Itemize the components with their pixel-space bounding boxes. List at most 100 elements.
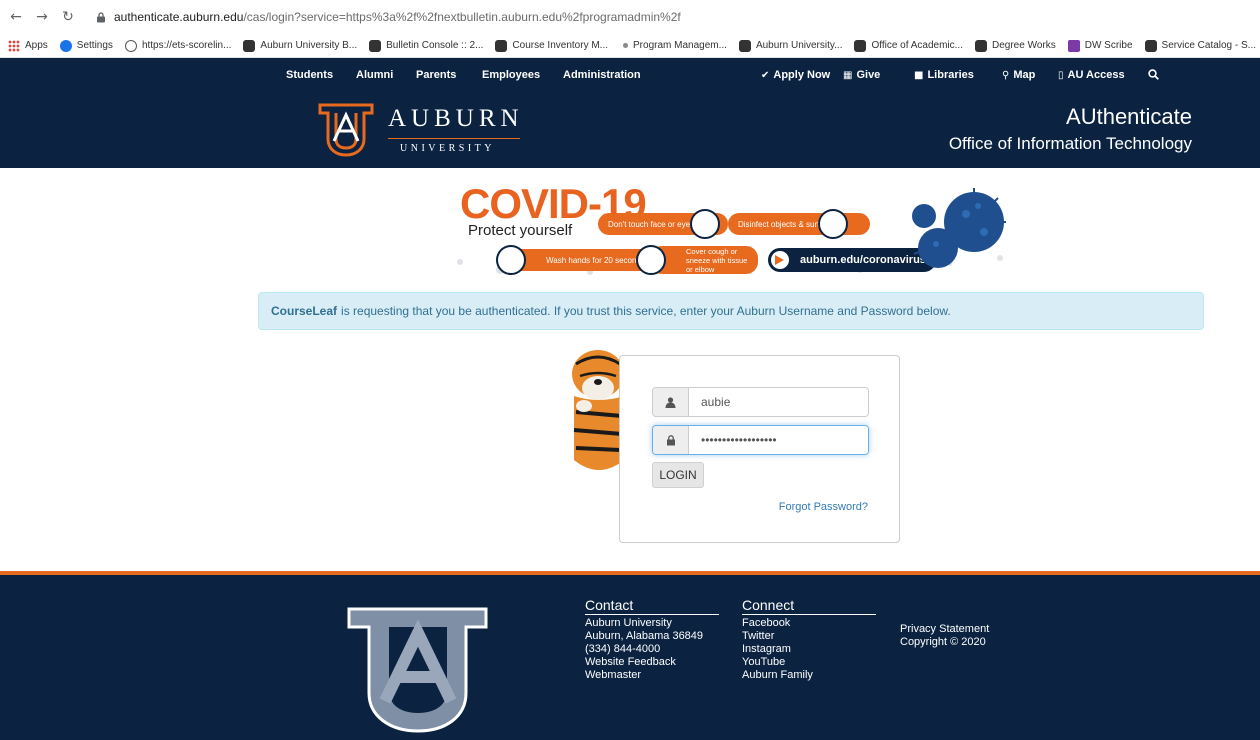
au-footer-logo-icon[interactable]: [345, 605, 490, 735]
service-name: CourseLeaf: [271, 304, 338, 318]
forgot-password-link[interactable]: Forgot Password?: [779, 501, 868, 513]
utility-nav: Students Alumni Parents Employees Admini…: [0, 58, 1260, 92]
nav-map[interactable]: ⚲ Map: [1002, 69, 1035, 81]
bookmark-item[interactable]: DW Scribe: [1067, 39, 1133, 52]
grid-icon: [8, 39, 20, 52]
check-icon: ✔: [761, 70, 770, 81]
device-icon: ▯: [1058, 70, 1064, 81]
tiger-icon: [738, 39, 751, 52]
nav-libraries[interactable]: ■ Libraries: [914, 69, 974, 81]
bookmark-label: https://ets-scorelin...: [141, 40, 232, 51]
url-field[interactable]: authenticate.auburn.edu/cas/login?servic…: [96, 10, 681, 24]
logo-subtext: UNIVERSITY: [400, 143, 495, 154]
website-feedback-link[interactable]: Website Feedback: [585, 656, 719, 669]
logo-wordmark: AUBURN: [388, 105, 524, 132]
bookmark-item[interactable]: Degree Works: [975, 39, 1056, 52]
bookmark-item[interactable]: Auburn University B...: [243, 39, 358, 52]
bookmark-item[interactable]: Course Inventory M...: [495, 39, 609, 52]
bookmark-label: Program Managem...: [633, 40, 727, 51]
bookmark-item[interactable]: https://ets-scorelin...: [124, 39, 232, 52]
bookmark-label: Auburn University B...: [260, 40, 358, 51]
bookmark-label: Settings: [76, 40, 113, 51]
tiger-icon: [975, 39, 987, 52]
username-field[interactable]: [652, 387, 869, 417]
password-field[interactable]: [652, 425, 869, 455]
tip-wash: Wash hands for 20 seconds: [510, 249, 655, 271]
username-input[interactable]: [689, 388, 868, 416]
bookmark-item[interactable]: Office of Academic...: [854, 39, 963, 52]
tip-cough-label: Cover cough or sneeze with tissue or elb…: [686, 246, 748, 274]
nav-administration[interactable]: Administration: [563, 69, 641, 81]
bookmark-label: Office of Academic...: [871, 40, 963, 51]
tiger-icon: [243, 39, 256, 52]
bookmark-item[interactable]: Apps: [8, 39, 48, 52]
site-title: AUthenticate: [1066, 104, 1192, 129]
privacy-statement-link[interactable]: Privacy Statement: [900, 623, 989, 636]
virus-illustration-icon: [912, 188, 1006, 268]
facebook-link[interactable]: Facebook: [742, 617, 876, 630]
footer-legal: Privacy Statement Copyright © 2020: [900, 623, 989, 649]
auburn-logo[interactable]: AUBURN UNIVERSITY: [316, 101, 526, 159]
logo-divider: [388, 138, 520, 139]
lock-icon: [97, 11, 105, 22]
nav-apply-now[interactable]: ✔ Apply Now: [761, 69, 830, 81]
bookmark-label: Course Inventory M...: [512, 40, 609, 51]
nav-parents[interactable]: Parents: [416, 69, 456, 81]
forward-arrow-icon[interactable]: →: [32, 9, 52, 25]
nav-students[interactable]: Students: [286, 69, 333, 81]
tiger-icon: [1144, 39, 1157, 52]
bookmark-item[interactable]: Settings: [59, 39, 113, 52]
bookmark-item[interactable]: Service Catalog - S...: [1144, 39, 1257, 52]
site-footer: Contact Auburn University Auburn, Alabam…: [0, 575, 1260, 740]
search-icon[interactable]: [1148, 69, 1159, 83]
password-input[interactable]: [689, 426, 868, 454]
webmaster-link[interactable]: Webmaster: [585, 669, 719, 682]
lock-icon: [653, 426, 689, 454]
nav-au-access-label: AU Access: [1067, 69, 1125, 81]
youtube-link[interactable]: YouTube: [742, 656, 876, 669]
reload-icon[interactable]: ↻: [58, 9, 78, 25]
gift-icon: ▦: [843, 70, 853, 81]
instagram-link[interactable]: Instagram: [742, 643, 876, 656]
map-pin-icon: ⚲: [1002, 70, 1010, 81]
nav-employees[interactable]: Employees: [482, 69, 540, 81]
arrow-right-icon: [771, 251, 789, 269]
url-host: authenticate.auburn.edu: [114, 10, 244, 24]
bookmark-item[interactable]: Program Managem...: [620, 40, 727, 51]
covid-banner[interactable]: COVID-19 Protect yourself Don't touch fa…: [440, 180, 1030, 280]
covid-subtitle: Protect yourself: [468, 222, 573, 239]
contact-line: Auburn, Alabama 36849: [585, 630, 704, 642]
copyright: Copyright © 2020: [900, 636, 986, 648]
url-path: /cas/login?service=https%3a%2f%2fnextbul…: [243, 10, 681, 24]
tip-disinfect: Disinfect objects & surfaces: [728, 213, 871, 235]
contact-line: Auburn University: [585, 617, 672, 629]
au-monogram-icon: [318, 103, 374, 157]
twitter-link[interactable]: Twitter: [742, 630, 876, 643]
nav-give-label: Give: [856, 69, 881, 81]
dot-icon: [623, 43, 629, 48]
nav-alumni[interactable]: Alumni: [356, 69, 393, 81]
tiger-icon: [854, 39, 867, 52]
auburn-family-link[interactable]: Auburn Family: [742, 669, 876, 682]
bookmarks-bar: Apps Settings https://ets-scorelin... Aubur…: [0, 34, 1260, 58]
bookmark-label: Apps: [25, 40, 48, 51]
nav-give[interactable]: ▦ Give: [843, 69, 880, 81]
nav-au-access[interactable]: ▯ AU Access: [1058, 69, 1125, 81]
hand-wash-icon: [496, 245, 526, 275]
tip-wash-label: Wash hands for 20 seconds: [546, 255, 645, 265]
bookmark-label: Service Catalog - S...: [1161, 40, 1257, 51]
bookmark-label: Auburn University...: [755, 40, 843, 51]
login-form: LOGIN Forgot Password?: [619, 355, 900, 543]
connect-heading: Connect: [742, 597, 876, 615]
bookmark-item[interactable]: Auburn University...: [738, 39, 843, 52]
footer-contact: Contact Auburn University Auburn, Alabam…: [585, 597, 719, 682]
login-button[interactable]: LOGIN: [652, 462, 704, 488]
nav-libraries-label: Libraries: [927, 69, 974, 81]
tiger-icon: [495, 39, 508, 52]
tiger-icon: [369, 39, 382, 52]
back-arrow-icon[interactable]: ←: [6, 9, 26, 25]
bookmark-item[interactable]: Bulletin Console :: 2...: [369, 39, 483, 52]
site-subtitle: Office of Information Technology: [948, 134, 1192, 153]
bookmark-label: Degree Works: [992, 40, 1056, 51]
nav-map-label: Map: [1013, 69, 1036, 81]
